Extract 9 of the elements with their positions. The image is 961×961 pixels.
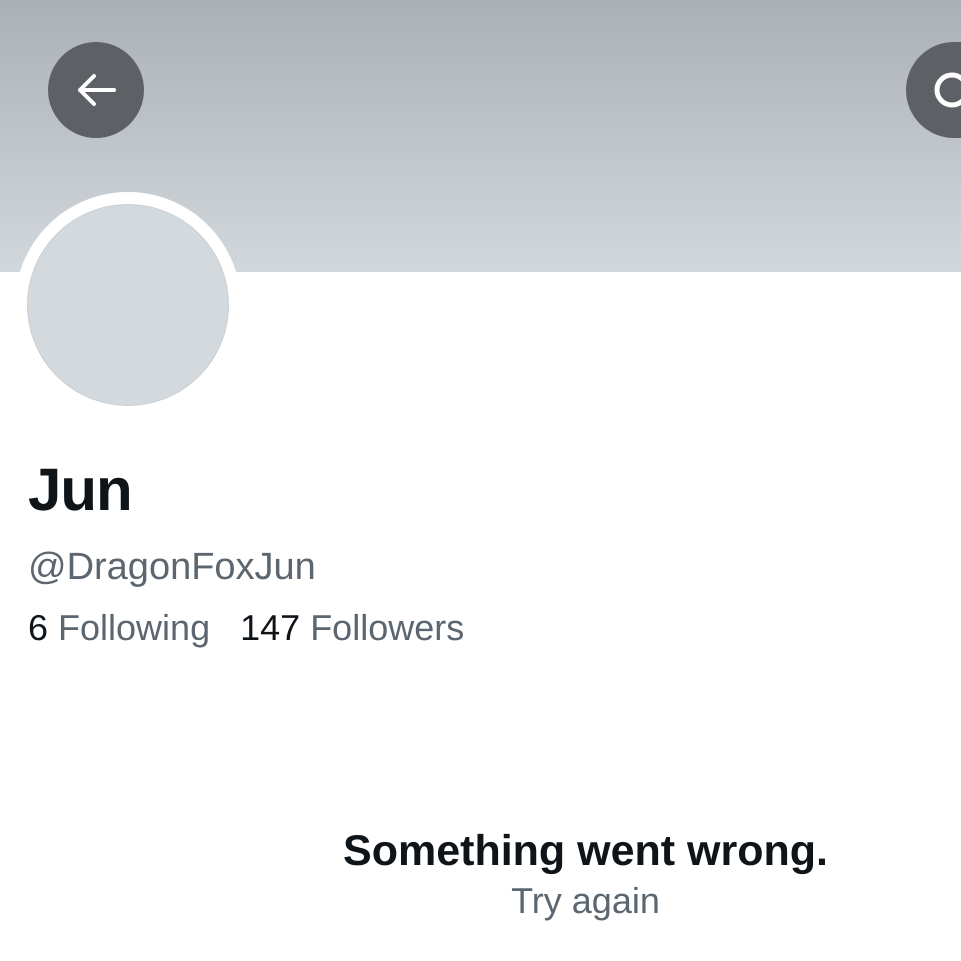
stat-count: 147 — [240, 607, 300, 648]
profile-handle: @DragonFoxJun — [28, 548, 317, 586]
error-message: Something went wrong. — [343, 828, 828, 875]
stat-label[interactable]: Followers — [310, 607, 464, 648]
try-again-link[interactable]: Try again — [511, 880, 660, 920]
stat-label[interactable]: Following — [58, 607, 210, 648]
back-arrow-icon — [76, 73, 116, 107]
profile-name: Jun — [28, 460, 133, 520]
stat-count: 6 — [28, 607, 48, 648]
